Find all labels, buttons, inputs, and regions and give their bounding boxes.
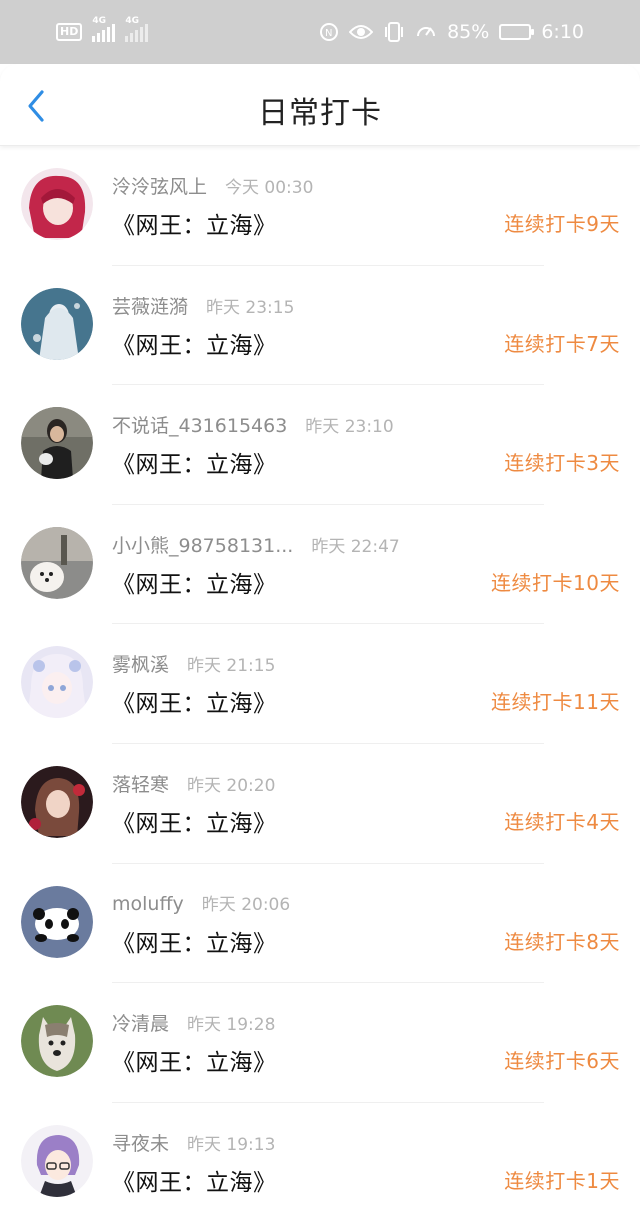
- avatar[interactable]: [21, 168, 93, 240]
- battery-icon: [499, 24, 535, 40]
- streak-label: 连续打卡1天: [504, 1168, 620, 1193]
- checkin-time: 今天 00:30: [225, 178, 314, 198]
- username[interactable]: 寻夜未: [112, 1129, 169, 1156]
- username[interactable]: 芸薇涟漪: [112, 292, 188, 319]
- page-title: 日常打卡: [258, 96, 382, 131]
- avatar[interactable]: [21, 407, 93, 480]
- avatar[interactable]: [21, 1124, 93, 1197]
- streak-label: 连续打卡11天: [491, 690, 620, 715]
- book-title[interactable]: 《网王：立海》: [112, 924, 277, 958]
- avatar[interactable]: [21, 885, 93, 958]
- network-type-label: 4G: [92, 16, 106, 26]
- checkin-row[interactable]: 小小熊_98758131... 昨天 22:47 《网王：立海》 连续打卡10天: [0, 505, 640, 625]
- status-bar: HD 4G 4G N 85% 6:10: [0, 0, 640, 64]
- streak-label: 连续打卡3天: [504, 451, 620, 476]
- book-title[interactable]: 《网王：立海》: [112, 445, 277, 479]
- svg-text:N: N: [325, 28, 332, 39]
- checkin-time: 昨天 23:10: [305, 417, 394, 438]
- avatar[interactable]: [21, 765, 93, 838]
- row-meta: 冷清晨 昨天 19:28: [112, 1009, 275, 1036]
- checkin-time: 昨天 23:15: [206, 297, 295, 318]
- streak-label: 连续打卡7天: [504, 331, 620, 356]
- streak-label: 连续打卡6天: [504, 1049, 620, 1074]
- network-type-label-2: 4G: [125, 16, 139, 26]
- streak-label: 连续打卡4天: [504, 809, 620, 834]
- username[interactable]: 小小熊_98758131...: [112, 531, 293, 558]
- avatar[interactable]: [21, 287, 93, 360]
- book-title[interactable]: 《网王：立海》: [112, 804, 277, 838]
- checkin-row[interactable]: 芸薇涟漪 昨天 23:15 《网王：立海》 连续打卡7天: [0, 266, 640, 386]
- row-meta: moluffy 昨天 20:06: [112, 890, 290, 915]
- speed-icon: [417, 27, 436, 37]
- checkin-time: 昨天 20:20: [187, 775, 276, 796]
- row-meta: 小小熊_98758131... 昨天 22:47: [112, 531, 400, 558]
- row-meta: 落轻寒 昨天 20:20: [112, 770, 275, 797]
- checkin-row[interactable]: 雾枫溪 昨天 21:15 《网王：立海》 连续打卡11天: [0, 624, 640, 744]
- vibrate-icon: [385, 22, 404, 42]
- checkin-time: 昨天 21:15: [187, 656, 276, 677]
- status-right: N 85% 6:10: [319, 21, 584, 43]
- checkin-row[interactable]: 寻夜未 昨天 19:13 《网王：立海》 连续打卡1天: [0, 1103, 640, 1222]
- checkin-row[interactable]: 泠泠弦风上 今天 00:30 《网王：立海》 连续打卡9天: [0, 146, 640, 266]
- eye-icon: [349, 25, 374, 39]
- checkin-row[interactable]: 落轻寒 昨天 20:20 《网王：立海》 连续打卡4天: [0, 744, 640, 864]
- checkin-row[interactable]: 冷清晨 昨天 19:28 《网王：立海》 连续打卡6天: [0, 983, 640, 1103]
- username[interactable]: 泠泠弦风上: [112, 172, 207, 199]
- battery-percent: 85%: [447, 21, 490, 43]
- avatar[interactable]: [21, 1005, 93, 1078]
- username[interactable]: 雾枫溪: [112, 650, 169, 677]
- username[interactable]: moluffy: [112, 893, 184, 915]
- username[interactable]: 冷清晨: [112, 1009, 169, 1036]
- book-title[interactable]: 《网王：立海》: [112, 326, 277, 360]
- streak-label: 连续打卡8天: [504, 929, 620, 954]
- checkin-list: 泠泠弦风上 今天 00:30 《网王：立海》 连续打卡9天芸薇涟漪 昨天 23:15 《网…: [0, 146, 640, 1222]
- signal-icon: 4G: [92, 16, 116, 42]
- row-meta: 芸薇涟漪 昨天 23:15: [112, 292, 294, 319]
- streak-label: 连续打卡9天: [504, 212, 620, 236]
- checkin-time: 昨天 19:28: [187, 1015, 276, 1036]
- username[interactable]: 不说话_431615463: [112, 411, 287, 438]
- row-meta: 泠泠弦风上 今天 00:30: [112, 172, 313, 199]
- checkin-time: 昨天 20:06: [201, 894, 291, 915]
- status-left: HD 4G 4G: [56, 16, 149, 42]
- book-title[interactable]: 《网王：立海》: [112, 1043, 277, 1077]
- hd-badge: HD: [56, 23, 83, 41]
- avatar[interactable]: [21, 526, 93, 599]
- row-meta: 雾枫溪 昨天 21:15: [112, 650, 275, 677]
- row-meta: 寻夜未 昨天 19:13: [112, 1129, 275, 1156]
- book-title[interactable]: 《网王：立海》: [112, 1163, 277, 1197]
- username[interactable]: 落轻寒: [112, 770, 169, 797]
- book-title[interactable]: 《网王：立海》: [112, 206, 277, 240]
- checkin-row[interactable]: moluffy 昨天 20:06 《网王：立海》 连续打卡8天: [0, 864, 640, 984]
- clock: 6:10: [541, 21, 584, 43]
- checkin-time: 昨天 19:13: [187, 1134, 276, 1155]
- avatar[interactable]: [21, 646, 93, 719]
- checkin-row[interactable]: 不说话_431615463 昨天 23:10 《网王：立海》 连续打卡3天: [0, 385, 640, 505]
- checkin-time: 昨天 22:47: [311, 536, 400, 557]
- signal-icon-2: 4G: [125, 16, 149, 42]
- streak-label: 连续打卡10天: [491, 570, 620, 595]
- book-title[interactable]: 《网王：立海》: [112, 565, 277, 599]
- nfc-icon: N: [320, 23, 339, 41]
- book-title[interactable]: 《网王：立海》: [112, 684, 277, 718]
- row-meta: 不说话_431615463 昨天 23:10: [112, 411, 394, 438]
- nav-bar: 日常打卡: [0, 64, 640, 146]
